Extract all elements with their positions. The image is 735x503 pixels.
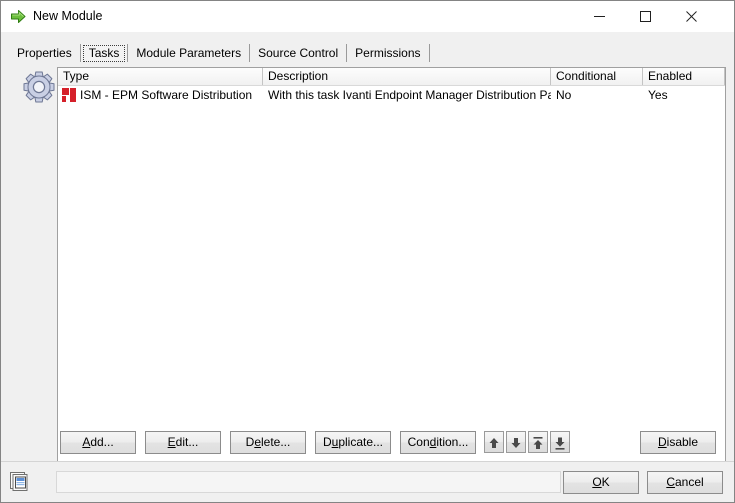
ok-button-accel: O <box>592 475 602 489</box>
minimize-button[interactable] <box>576 1 622 31</box>
arrow-down-icon <box>511 437 521 448</box>
disable-button[interactable]: Disable <box>640 431 716 454</box>
tab-source-control[interactable]: Source Control <box>250 44 348 63</box>
cell-type-label: ISM - EPM Software Distribution <box>80 88 253 102</box>
cell-type: ISM - EPM Software Distribution <box>58 86 263 104</box>
title-bar: New Module <box>1 1 734 32</box>
tasks-tab-panel: Type Description Conditional Enabled ISM… <box>5 62 732 486</box>
edit-button-accel: E <box>167 435 176 449</box>
delete-button-pre: D <box>245 435 255 449</box>
arrow-up-icon <box>489 437 499 448</box>
list-rows: ISM - EPM Software Distribution With thi… <box>58 86 725 104</box>
add-button[interactable]: Add... <box>60 431 136 454</box>
window-title: New Module <box>33 9 103 23</box>
column-header-description[interactable]: Description <box>263 68 551 85</box>
duplicate-button-pre: D <box>322 435 332 449</box>
ok-button[interactable]: OK <box>563 471 639 494</box>
tab-permissions[interactable]: Permissions <box>347 44 430 63</box>
column-header-conditional-label: Conditional <box>556 69 617 83</box>
edit-button[interactable]: Edit... <box>145 431 221 454</box>
column-header-type[interactable]: Type <box>58 68 263 85</box>
column-header-type-label: Type <box>63 69 90 83</box>
column-header-description-label: Description <box>268 69 329 83</box>
cell-description: With this task Ivanti Endpoint Manager D… <box>268 88 551 102</box>
green-right-arrow-icon <box>10 8 27 25</box>
delete-button[interactable]: Delete... <box>230 431 306 454</box>
delete-button-accel: e <box>254 435 261 449</box>
tab-strip: Properties Tasks Module Parameters Sourc… <box>9 43 430 63</box>
duplicate-button[interactable]: Duplicate... <box>315 431 391 454</box>
gear-icon <box>22 70 56 104</box>
condition-button[interactable]: Condition... <box>400 431 476 454</box>
tab-source-control-label: Source Control <box>258 46 339 60</box>
cancel-button-accel: C <box>666 475 675 489</box>
arrow-to-bottom-icon <box>555 437 565 450</box>
cascade-windows-icon[interactable] <box>9 471 31 493</box>
delete-button-post: lete... <box>261 435 291 449</box>
column-header-conditional[interactable]: Conditional <box>551 68 643 85</box>
tab-permissions-label: Permissions <box>355 46 421 60</box>
status-text-field[interactable] <box>56 471 561 493</box>
maximize-button[interactable] <box>622 1 668 31</box>
tab-properties[interactable]: Properties <box>9 44 81 63</box>
move-down-button[interactable] <box>506 431 526 453</box>
cell-conditional: No <box>556 88 572 102</box>
condition-button-pre: Con <box>407 435 430 449</box>
disable-button-post: isable <box>666 435 699 449</box>
ok-button-post: K <box>601 475 610 489</box>
add-button-post: dd... <box>90 435 114 449</box>
tab-tasks[interactable]: Tasks <box>80 44 129 63</box>
arrow-to-top-icon <box>533 436 543 449</box>
close-button[interactable] <box>668 1 714 31</box>
tab-properties-label: Properties <box>17 46 72 60</box>
cancel-button[interactable]: Cancel <box>647 471 723 494</box>
table-row[interactable]: ISM - EPM Software Distribution With thi… <box>58 86 725 104</box>
tab-tasks-label: Tasks <box>88 46 120 60</box>
cell-enabled: Yes <box>648 88 668 102</box>
cancel-button-post: ancel <box>674 475 704 489</box>
tab-module-parameters-label: Module Parameters <box>136 46 242 60</box>
edit-button-post: dit... <box>175 435 199 449</box>
ivanti-red-logo-icon <box>61 87 77 103</box>
move-up-button[interactable] <box>484 431 504 453</box>
move-to-bottom-button[interactable] <box>550 431 570 453</box>
new-module-dialog: New Module Properties Tasks Module Param… <box>0 0 735 503</box>
move-to-top-button[interactable] <box>528 431 548 453</box>
tasks-list-view[interactable]: Type Description Conditional Enabled ISM… <box>57 67 726 486</box>
tab-module-parameters[interactable]: Module Parameters <box>128 44 251 63</box>
disable-button-accel: D <box>657 435 667 449</box>
list-header: Type Description Conditional Enabled <box>58 68 725 86</box>
column-header-enabled-label: Enabled <box>648 69 693 83</box>
column-header-enabled[interactable]: Enabled <box>643 68 725 85</box>
condition-button-post: ition... <box>436 435 469 449</box>
duplicate-button-post: plicate... <box>338 435 384 449</box>
